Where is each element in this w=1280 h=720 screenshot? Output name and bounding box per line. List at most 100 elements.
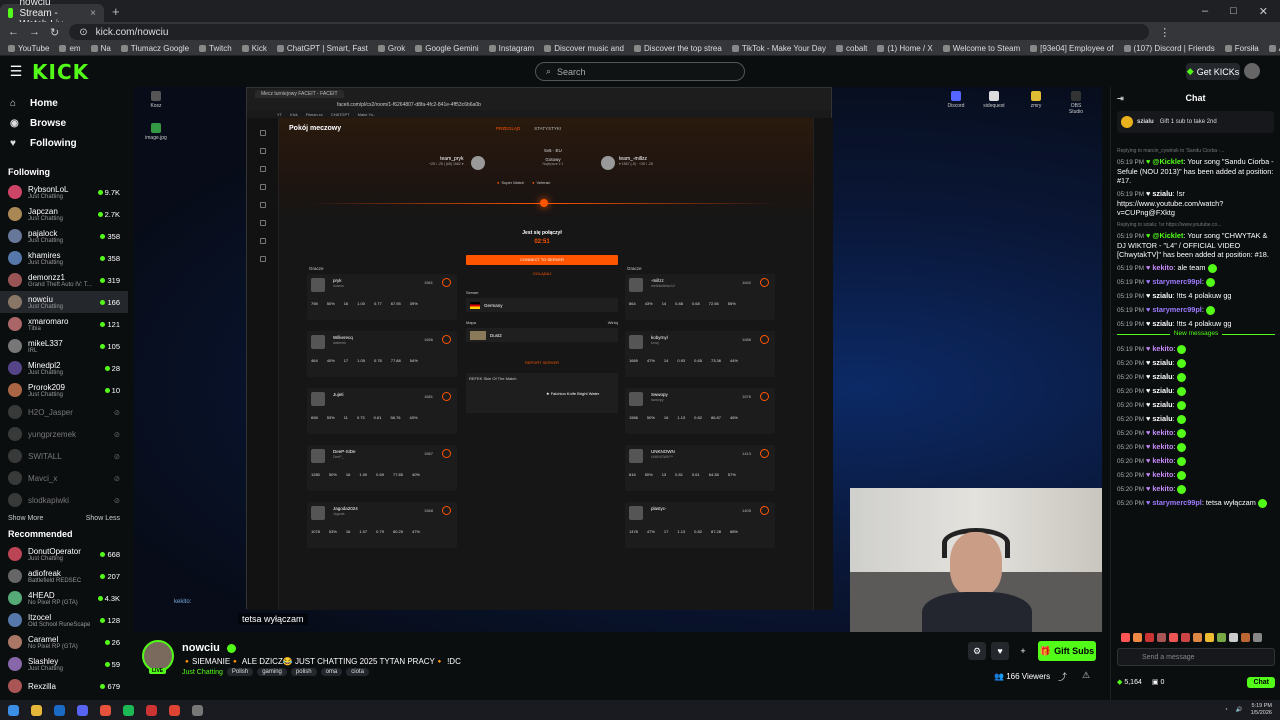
address-bar[interactable]: ⊙ kick.com/nowciu [69,24,1150,40]
chat-username[interactable]: kekito [1152,456,1173,465]
menu-icon[interactable]: ☰ [0,63,32,80]
chat-username[interactable]: kekito [1152,344,1173,353]
bookmark-item[interactable]: (1) Home / X [877,44,933,53]
windows-start-icon[interactable] [8,704,19,716]
sidebar-channel[interactable]: DonutOperator Just Chatting 668 [0,543,128,565]
sidebar-channel[interactable]: Rexzilla 679 [0,675,128,697]
sidebar-channel[interactable]: nowciu Just Chatting 166 [0,291,128,313]
steam-icon[interactable] [54,704,65,716]
spotify-icon[interactable] [123,704,134,716]
chat-username[interactable]: kekito [1152,442,1173,451]
chat-username[interactable]: kekito [1152,263,1173,272]
chat-username[interactable]: szialu [1152,372,1172,381]
extensions-icon[interactable]: ⋮ [1159,26,1170,39]
sidebar-nav-following[interactable]: ♥ Following [0,133,128,153]
sidebar-channel[interactable]: H2O_Jasper ⊘ [0,401,128,423]
new-tab-button[interactable]: + [112,4,120,19]
sidebar-channel[interactable]: khamires Just Chatting 358 [0,247,128,269]
sidebar-channel[interactable]: Japczan Just Chatting 2.7K [0,203,128,225]
show-more-button[interactable]: Show More [8,515,43,522]
chat-username[interactable]: szialu [1152,291,1172,300]
bookmark-item[interactable]: Instagram [488,44,534,53]
sidebar-channel[interactable]: Slashley Just Chatting 59 [0,653,128,675]
settings-icon[interactable]: ⚙ [968,642,986,660]
collapse-chat-icon[interactable]: ⇥ [1117,94,1124,103]
show-less-button[interactable]: Show Less [86,515,120,522]
chat-message-input[interactable]: Send a message [1117,648,1275,666]
follow-heart-icon[interactable]: ♥ [991,642,1009,660]
browser-tab[interactable]: nowciu Stream - Watch Liv × [0,0,104,30]
category-link[interactable]: Just Chatting [182,669,223,676]
bookmark-item[interactable]: Discover the top strea [634,44,722,53]
report-icon[interactable]: ⚠ [1082,670,1090,681]
brave-icon[interactable] [169,704,180,716]
user-avatar[interactable] [1244,63,1260,79]
gift-subs-button[interactable]: 🎁 Gift Subs [1038,641,1096,661]
sidebar-nav-home[interactable]: ⌂ Home [0,93,128,113]
chat-username[interactable]: szialu [1152,386,1172,395]
site-info-icon[interactable]: ⊙ [79,27,87,38]
clock[interactable]: 5:19 PM 1/5/2026 [1251,703,1272,717]
sidebar-channel[interactable]: Caramel No Pixel RP (GTA) 26 [0,631,128,653]
chat-username[interactable]: szialu [1152,189,1172,198]
sidebar-channel[interactable]: pajalock Just Chatting 358 [0,225,128,247]
reload-icon[interactable]: ↻ [50,26,59,39]
pinned-gift-banner[interactable]: szialu Gift 1 sub to take 2nd [1117,111,1274,133]
bookmark-item[interactable]: Tłumacz Google [120,44,189,53]
sidebar-channel[interactable]: Mavci_x ⊘ [0,467,128,489]
app-icon[interactable] [146,704,157,716]
chat-username[interactable]: starymerc99pl [1152,305,1202,314]
chat-username[interactable]: szialu [1152,358,1172,367]
chat-username[interactable]: szialu [1152,319,1172,328]
close-window-icon[interactable]: ✕ [1259,5,1268,18]
bookmark-item[interactable]: Twitch [199,44,232,53]
chat-username[interactable]: @Kicklet [1152,231,1183,240]
bookmark-item[interactable]: Kick [241,44,267,53]
bookmark-item[interactable]: AULA [1268,44,1280,53]
bookmark-item[interactable]: (107) Discord | Friends [1123,44,1215,53]
chat-username[interactable]: starymerc99pl [1152,498,1202,507]
forward-icon[interactable]: → [29,26,40,38]
add-icon[interactable]: + [1014,642,1032,660]
browser-icon[interactable] [100,704,111,716]
stream-tag[interactable]: ciota [346,668,369,676]
minimize-icon[interactable]: – [1202,5,1208,18]
sidebar-channel[interactable]: xmaromaro Tibia 121 [0,313,128,335]
sidebar-channel[interactable]: yungprzemek ⊘ [0,423,128,445]
bookmark-item[interactable]: Welcome to Steam [942,44,1020,53]
bookmark-item[interactable]: cobalt [836,44,867,53]
chat-username[interactable]: starymerc99pl [1152,277,1202,286]
bookmark-item[interactable]: Discover music and [544,44,624,53]
obs-icon[interactable] [192,704,203,716]
sidebar-channel[interactable]: adiofreak Battlefield REDSEC 207 [0,565,128,587]
chat-username[interactable]: szialu [1152,414,1172,423]
bookmark-item[interactable]: YouTube [8,44,49,53]
discord-icon[interactable] [77,704,88,716]
bookmark-item[interactable]: TikTok - Make Your Day [731,44,826,53]
volume-icon[interactable]: 🔊 [1236,707,1243,713]
file-explorer-icon[interactable] [31,704,42,716]
chat-username[interactable]: kekito [1152,470,1173,479]
close-tab-icon[interactable]: × [90,8,96,19]
sidebar-channel[interactable]: Itzocel Old School RuneScape 128 [0,609,128,631]
bookmark-item[interactable]: em [59,44,81,53]
chat-username[interactable]: szialu [1152,400,1172,409]
bookmark-item[interactable]: Grok [377,44,405,53]
bookmark-item[interactable]: [93e04] Employee of [1030,44,1114,53]
sidebar-channel[interactable]: 4HEAD No Pixel RP (GTA) 4.3K [0,587,128,609]
bookmark-item[interactable]: Google Gemini [415,44,479,53]
sidebar-channel[interactable]: demonzz1 Grand Theft Auto IV: T... 319 [0,269,128,291]
chat-username[interactable]: @Kicklet [1152,157,1183,166]
stream-tag[interactable]: oma [320,668,343,676]
sidebar-channel[interactable]: SWITALL ⊘ [0,445,128,467]
chat-send-button[interactable]: Chat [1247,676,1275,688]
get-kicks-button[interactable]: ◆ Get KICKs [1186,63,1240,80]
streamer-name[interactable]: nowciu [182,642,220,654]
chat-username[interactable]: kekito [1152,484,1173,493]
share-icon[interactable]: ⤴ [1058,670,1067,683]
sidebar-channel[interactable]: Minedpl2 Just Chatting 28 [0,357,128,379]
bookmark-item[interactable]: ChatGPT | Smart, Fast [276,44,368,53]
search-input[interactable]: ⌕ Search [535,62,745,81]
bookmark-item[interactable]: Forsiła [1224,44,1259,53]
kick-logo[interactable]: KICK [32,60,89,84]
